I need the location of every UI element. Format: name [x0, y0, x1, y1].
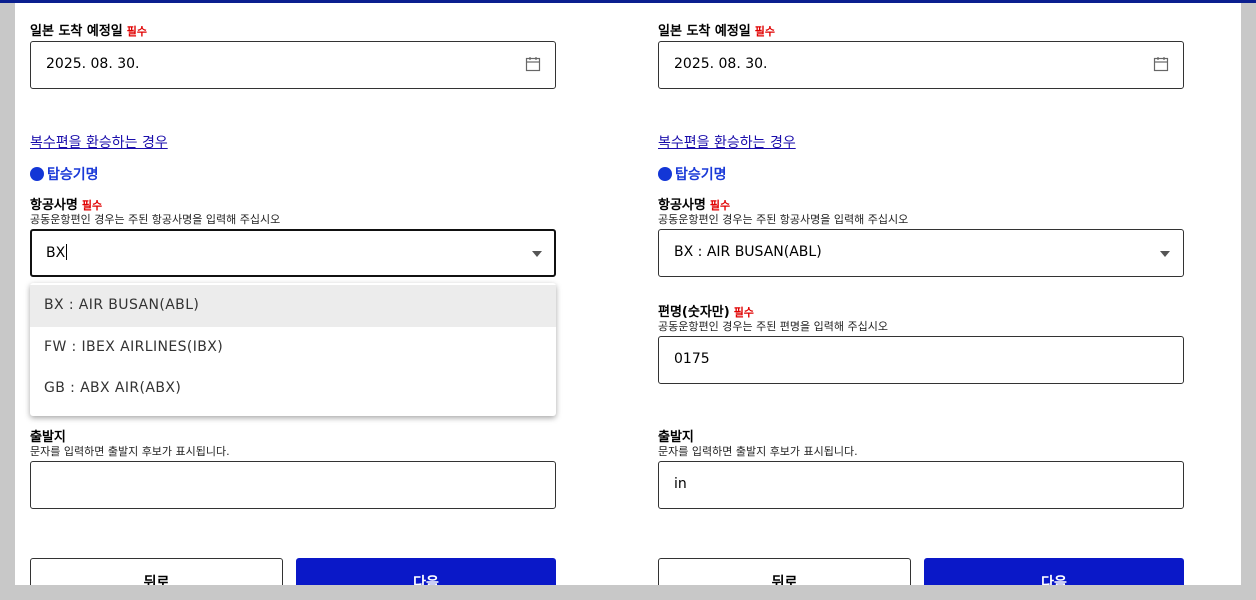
multi-flight-transfer-link[interactable]: 복수편을 환승하는 경우 [30, 132, 168, 152]
airline-hint: 공동운항편인 경우는 주된 항공사명을 입력해 주십시오 [30, 213, 281, 226]
dropdown-option-label: GB : ABX AIR(ABX) [44, 380, 182, 396]
section-title: 탑승기명 [658, 164, 727, 184]
required-badge: 필수 [126, 25, 148, 38]
departure-input[interactable]: in [658, 461, 1184, 509]
airline-select-value: BX [46, 245, 66, 261]
filled-circle-icon [30, 167, 44, 181]
right-form-pane: 일본 도착 예정일 필수 2025. 08. 30. 복수편을 환승하는 경우 탑… [658, 3, 1218, 585]
filled-circle-icon [658, 167, 672, 181]
text-caret [66, 244, 68, 260]
arrival-date-label: 일본 도착 예정일 필수 [30, 20, 147, 39]
next-button[interactable]: 다음 [924, 558, 1184, 585]
arrival-date-label-text: 일본 도착 예정일 [30, 24, 123, 39]
departure-hint: 문자를 입력하면 출발지 후보가 표시됩니다. [30, 445, 230, 458]
back-button[interactable]: 뒤로 [30, 558, 283, 585]
arrival-date-input[interactable]: 2025. 08. 30. [30, 41, 556, 89]
airline-select[interactable]: BX : AIR BUSAN(ABL) [658, 229, 1184, 277]
flight-number-input[interactable]: 0175 [658, 336, 1184, 384]
airline-dropdown-list: BX : AIR BUSAN(ABL) FW : IBEX AIRLINES(I… [30, 283, 556, 416]
triangle-down-icon[interactable] [532, 251, 542, 257]
airline-select[interactable]: BX [30, 229, 556, 277]
arrival-date-value: 2025. 08. 30. [46, 56, 140, 72]
dropdown-option-label: FW : IBEX AIRLINES(IBX) [44, 339, 224, 355]
arrival-date-label: 일본 도착 예정일 필수 [658, 20, 775, 39]
dropdown-option-label: BX : AIR BUSAN(ABL) [44, 297, 200, 313]
page-content: 일본 도착 예정일 필수 2025. 08. 30. 복수편을 환승하는 경우 탑… [15, 3, 1241, 585]
section-title-text: 탑승기명 [47, 167, 99, 183]
calendar-icon[interactable] [1153, 56, 1169, 72]
departure-hint: 문자를 입력하면 출발지 후보가 표시됩니다. [658, 445, 858, 458]
dropdown-option[interactable]: BX : AIR BUSAN(ABL) [30, 285, 556, 327]
required-badge: 필수 [754, 25, 776, 38]
departure-input[interactable] [30, 461, 556, 509]
dropdown-option[interactable]: GB : ABX AIR(ABX) [30, 368, 556, 410]
arrival-date-label-text: 일본 도착 예정일 [658, 24, 751, 39]
arrival-date-input[interactable]: 2025. 08. 30. [658, 41, 1184, 89]
airline-hint: 공동운항편인 경우는 주된 항공사명을 입력해 주십시오 [658, 213, 909, 226]
airline-select-value: BX : AIR BUSAN(ABL) [674, 244, 822, 260]
airline-select-value-wrap: BX [46, 244, 68, 261]
section-title: 탑승기명 [30, 164, 99, 184]
dropdown-option[interactable]: FW : IBEX AIRLINES(IBX) [30, 327, 556, 369]
left-form-pane: 일본 도착 예정일 필수 2025. 08. 30. 복수편을 환승하는 경우 탑… [30, 3, 590, 585]
arrival-date-value: 2025. 08. 30. [674, 56, 768, 72]
back-button[interactable]: 뒤로 [658, 558, 911, 585]
flight-number-value: 0175 [674, 351, 710, 367]
multi-flight-transfer-link[interactable]: 복수편을 환승하는 경우 [658, 132, 796, 152]
section-title-text: 탑승기명 [675, 167, 727, 183]
departure-value: in [674, 476, 687, 492]
flight-number-hint: 공동운항편인 경우는 주된 편명을 입력해 주십시오 [658, 320, 889, 333]
triangle-down-icon[interactable] [1160, 251, 1170, 257]
next-button[interactable]: 다음 [296, 558, 556, 585]
calendar-icon[interactable] [525, 56, 541, 72]
